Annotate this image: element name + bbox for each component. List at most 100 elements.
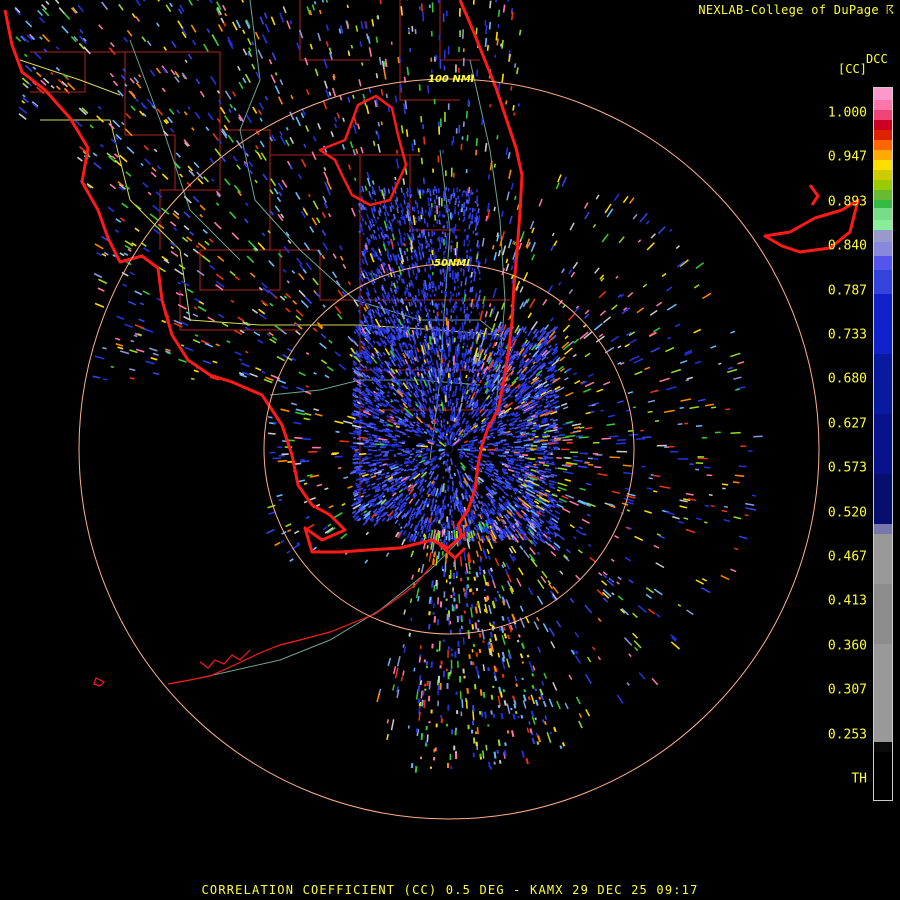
- radar-echo-gate: [403, 237, 406, 242]
- radar-echo-gate: [366, 33, 369, 40]
- radar-echo-gate: [553, 407, 559, 412]
- radar-echo-gate: [298, 289, 306, 298]
- radar-echo-gate: [496, 431, 501, 434]
- radar-echo-gate: [491, 391, 495, 396]
- radar-echo-gate: [471, 214, 474, 221]
- radar-echo-gate: [352, 457, 360, 461]
- radar-echo-gate: [405, 371, 409, 377]
- radar-echo-gate: [328, 504, 334, 509]
- radar-echo-gate: [396, 280, 399, 284]
- radar-echo-gate: [263, 12, 268, 19]
- radar-echo-gate: [321, 211, 327, 219]
- radar-echo-gate: [45, 0, 50, 6]
- radar-echo-gate: [380, 361, 384, 365]
- radar-echo-gate: [371, 19, 375, 27]
- radar-echo-gate: [307, 523, 315, 529]
- radar-echo-gate: [229, 103, 234, 109]
- radar-echo-gate: [399, 463, 403, 467]
- radar-echo-gate: [538, 478, 545, 483]
- radar-echo-gate: [460, 443, 470, 448]
- radar-echo-gate: [487, 502, 491, 507]
- radar-echo-gate: [363, 269, 366, 273]
- radar-echo-gate: [387, 319, 391, 324]
- radar-echo-gate: [35, 71, 42, 78]
- radar-echo-gate: [546, 368, 552, 373]
- radar-echo-gate: [501, 39, 504, 49]
- radar-echo-gate: [516, 423, 521, 427]
- radar-echo-gate: [517, 103, 520, 107]
- radar-echo-gate: [54, 0, 60, 5]
- radar-echo-gate: [467, 411, 472, 416]
- radar-echo-gate: [398, 318, 403, 326]
- radar-echo-gate: [366, 249, 369, 253]
- radar-echo-gate: [362, 488, 367, 492]
- radar-echo-gate: [465, 332, 469, 339]
- radar-echo-gate: [407, 310, 411, 316]
- radar-echo-gate: [470, 358, 473, 363]
- radar-echo-gate: [477, 377, 481, 382]
- radar-echo-gate: [165, 4, 172, 13]
- radar-echo-gate: [352, 514, 357, 519]
- radar-echo-gate: [396, 207, 399, 214]
- radar-echo-gate: [373, 468, 378, 471]
- radar-echo-gate: [469, 349, 473, 355]
- radar-echo-gate: [416, 255, 419, 262]
- radar-echo-gate: [369, 308, 372, 312]
- radar-echo-gate: [540, 489, 545, 493]
- radar-echo-gate: [408, 456, 412, 459]
- radar-echo-gate: [245, 152, 249, 157]
- radar-echo-gate: [390, 501, 394, 505]
- radar-echo-gate: [269, 210, 275, 216]
- radar-echo-gate: [371, 459, 377, 462]
- radar-echo-gate: [39, 36, 43, 40]
- radar-echo-gate: [424, 479, 427, 483]
- radar-echo-gate: [184, 59, 188, 63]
- radar-echo-gate: [418, 216, 421, 222]
- radar-echo-gate: [252, 106, 258, 114]
- radar-echo-gate: [356, 485, 360, 489]
- radar-echo-gate: [442, 371, 445, 378]
- radar-echo-gate: [390, 291, 393, 294]
- radar-echo-gate: [425, 341, 429, 349]
- radar-echo-gate: [438, 345, 441, 352]
- radar-echo-gate: [383, 61, 387, 67]
- radar-echo-gate: [496, 38, 499, 46]
- radar-echo-gate: [305, 125, 310, 132]
- radar-echo-gate: [372, 247, 375, 253]
- radar-echo-gate: [422, 253, 425, 258]
- radar-echo-gate: [396, 220, 400, 224]
- radar-echo-gate: [429, 364, 432, 369]
- radar-echo-gate: [378, 236, 381, 240]
- radar-echo-gate: [428, 475, 433, 480]
- radar-echo-gate: [197, 0, 199, 1]
- radar-echo-gate: [347, 280, 352, 286]
- radar-echo-gate: [348, 432, 356, 435]
- radar-echo-gate: [258, 308, 266, 315]
- radar-echo-gate: [258, 155, 263, 160]
- radar-echo-gate: [525, 426, 529, 430]
- radar-map[interactable]: 50NMI 100 NMI: [0, 0, 900, 900]
- radar-echo-gate: [431, 498, 435, 504]
- radar-echo-gate: [427, 441, 434, 445]
- radar-echo-gate: [389, 462, 395, 466]
- radar-echo-gate: [462, 270, 465, 276]
- radar-echo-gate: [219, 106, 226, 115]
- radar-echo-gate: [262, 34, 268, 44]
- radar-echo-gate: [187, 165, 194, 172]
- radar-echo-gate: [40, 79, 47, 86]
- radar-echo-gate: [475, 149, 478, 156]
- radar-echo-gate: [270, 74, 276, 84]
- radar-echo-gate: [408, 498, 414, 504]
- radar-echo-gate: [436, 405, 439, 410]
- radar-echo-gate: [402, 483, 407, 487]
- radar-echo-gate: [427, 315, 430, 321]
- radar-echo-gate: [392, 438, 398, 441]
- radar-echo-gate: [416, 366, 419, 370]
- radar-echo-gate: [456, 468, 460, 475]
- radar-echo-gate: [97, 287, 105, 292]
- radar-echo-gate: [107, 206, 115, 213]
- radar-echo-gate: [376, 482, 382, 487]
- radar-echo-gate: [155, 191, 163, 198]
- radar-echo-gate: [390, 238, 394, 248]
- radar-echo-gate: [413, 139, 416, 146]
